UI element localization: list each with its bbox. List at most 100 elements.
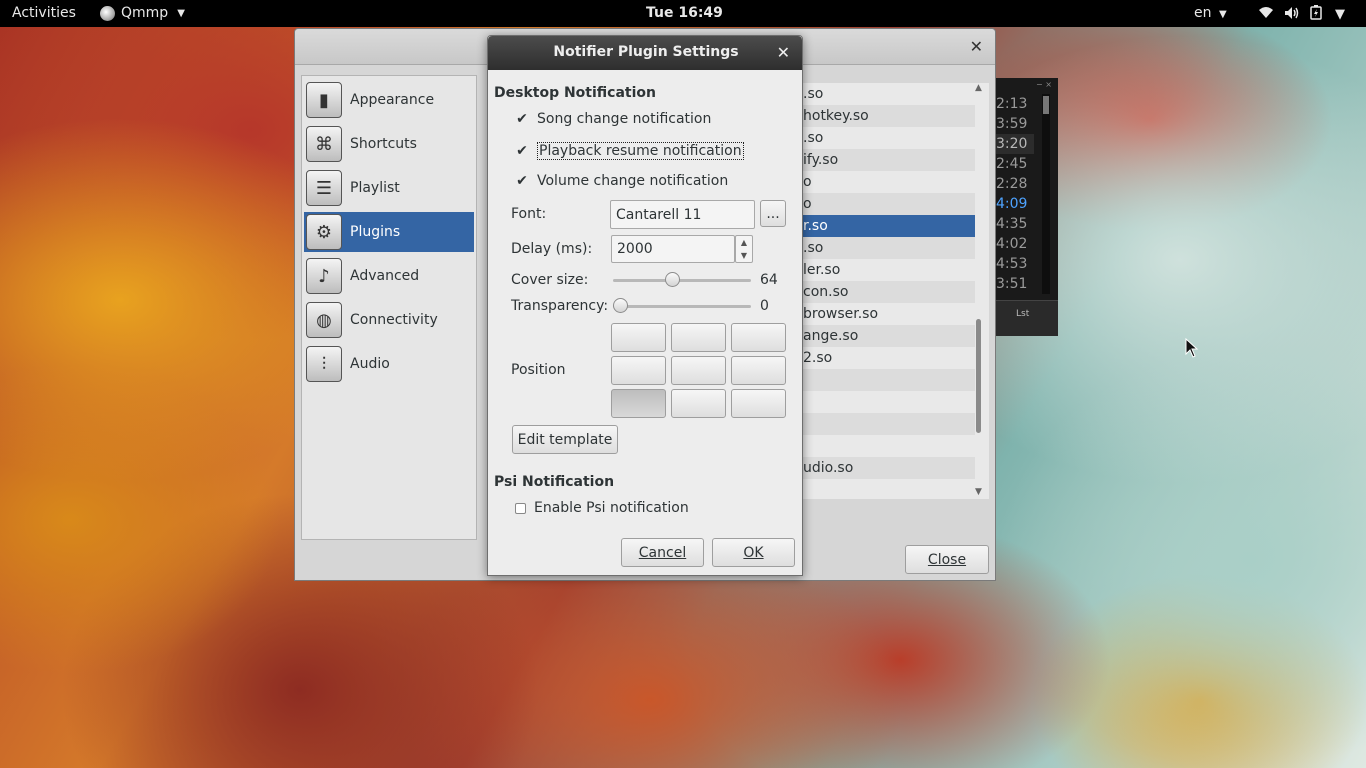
clock[interactable]: Tue 16:49 xyxy=(646,5,723,21)
playlist-track-duration[interactable]: 3:20 xyxy=(996,134,1034,154)
appearance-icon: ▮ xyxy=(306,82,342,118)
ok-button[interactable]: OK xyxy=(712,538,795,567)
plugin-list-row[interactable]: ler.so xyxy=(803,259,975,281)
sidebar-item-appearance[interactable]: ▮ Appearance xyxy=(304,80,474,120)
playlist-track-duration[interactable]: 3:59 xyxy=(996,114,1034,134)
position-top-right-button[interactable] xyxy=(731,323,786,352)
plugin-list-row[interactable]: o xyxy=(803,193,975,215)
chevron-down-icon: ▼ xyxy=(1335,7,1345,22)
playlist-track-duration[interactable]: 3:51 xyxy=(996,274,1034,294)
lst-button[interactable]: Lst xyxy=(1016,309,1029,319)
playlist-track-duration[interactable]: 4:02 xyxy=(996,234,1034,254)
sidebar-item-plugins[interactable]: ⚙ Plugins xyxy=(304,212,474,252)
mini-player-footer: Lst xyxy=(996,300,1058,336)
plugin-list-row[interactable]: .so xyxy=(803,83,975,105)
plugin-list-row[interactable]: .so xyxy=(803,237,975,259)
playlist-track-duration[interactable]: 2:28 xyxy=(996,174,1034,194)
plugin-list-row[interactable]: 2.so xyxy=(803,347,975,369)
plugin-list-row[interactable]: o xyxy=(803,171,975,193)
qmmp-playlist-window: 2:13 3:59 3:20 2:45 2:28 4:09 4:35 4:02 4:53 3:51… xyxy=(996,78,1058,336)
playlist-track-duration[interactable]: 4:35 xyxy=(996,214,1034,234)
language-menu[interactable]: en ▼ xyxy=(1194,5,1227,21)
spin-down-icon[interactable]: ▼ xyxy=(736,250,752,261)
chevron-down-icon: ▼ xyxy=(1218,9,1227,20)
sidebar-item-shortcuts[interactable]: ⌘ Shortcuts xyxy=(304,124,474,164)
position-middle-right-button[interactable] xyxy=(731,356,786,385)
mini-playlist-scrollbar[interactable] xyxy=(1042,94,1050,294)
position-label: Position xyxy=(511,362,566,378)
song-change-checkbox[interactable]: ✔ Song change notification xyxy=(515,111,711,127)
close-mnemonic: Close xyxy=(927,551,967,568)
plugin-list-row[interactable] xyxy=(803,391,975,413)
playlist-track-duration[interactable]: 2:13 xyxy=(996,94,1034,114)
plugin-list-row[interactable]: ange.so xyxy=(803,325,975,347)
app-menu[interactable]: Qmmp ▼ xyxy=(100,5,185,21)
transparency-slider-handle[interactable] xyxy=(613,298,628,313)
plugin-list-scrollbar[interactable]: ▲ ▼ xyxy=(975,83,983,499)
font-picker-label: ... xyxy=(766,205,780,222)
plugin-list-row[interactable]: r.so xyxy=(803,215,975,237)
cover-size-slider-handle[interactable] xyxy=(664,272,680,287)
playlist-track-duration[interactable]: 4:53 xyxy=(996,254,1034,274)
volume-change-checkbox[interactable]: ✔ Volume change notification xyxy=(515,173,728,189)
plugin-list-row[interactable] xyxy=(803,413,975,435)
sidebar-item-audio[interactable]: ⫶ Audio xyxy=(304,344,474,384)
sidebar-item-label: Connectivity xyxy=(350,312,438,328)
close-button[interactable]: Close xyxy=(905,545,989,574)
delay-spinbox[interactable]: 2000 xyxy=(611,235,735,263)
sidebar-item-playlist[interactable]: ☰ Playlist xyxy=(304,168,474,208)
plugins-icon: ⚙ xyxy=(306,214,342,250)
plugin-list-row[interactable] xyxy=(803,435,975,457)
mouse-pointer-icon xyxy=(1185,337,1199,362)
scroll-down-icon[interactable]: ▼ xyxy=(975,487,982,497)
position-top-left-button[interactable] xyxy=(611,323,666,352)
system-status[interactable]: ▼ xyxy=(1258,5,1345,24)
cover-size-value: 64 xyxy=(760,272,778,288)
plugin-list-row[interactable]: browser.so xyxy=(803,303,975,325)
app-menu-label: Qmmp xyxy=(121,5,169,21)
plugin-list-row[interactable] xyxy=(803,369,975,391)
scroll-up-icon[interactable]: ▲ xyxy=(975,83,982,93)
scrollbar-thumb[interactable] xyxy=(1043,96,1049,114)
plugin-list-row[interactable]: udio.so xyxy=(803,457,975,479)
sidebar-item-label: Audio xyxy=(350,356,390,372)
position-bottom-left-button[interactable] xyxy=(611,389,666,418)
close-icon[interactable]: ✕ xyxy=(970,37,983,56)
sidebar-item-connectivity[interactable]: ◍ Connectivity xyxy=(304,300,474,340)
font-picker-button[interactable]: ... xyxy=(760,200,786,227)
audio-icon: ⫶ xyxy=(306,346,342,382)
playlist-track-duration[interactable]: 4:09 xyxy=(996,194,1034,214)
psi-enable-checkbox[interactable]: Enable Psi notification xyxy=(515,500,689,516)
check-icon: ✔ xyxy=(516,173,528,189)
edit-template-button[interactable]: Edit template xyxy=(512,425,618,454)
close-icon[interactable]: ✕ xyxy=(777,43,790,62)
check-icon: ✔ xyxy=(516,111,528,127)
spin-up-icon[interactable]: ▲ xyxy=(736,237,752,248)
plugin-list-row[interactable]: .so xyxy=(803,127,975,149)
sidebar-item-label: Plugins xyxy=(350,224,401,240)
position-center-button[interactable] xyxy=(671,356,726,385)
playlist-icon: ☰ xyxy=(306,170,342,206)
activities-button[interactable]: Activities xyxy=(12,5,76,21)
plugin-list[interactable]: .so hotkey.so .so ify.so o o r.so .so ler.so con.… xyxy=(803,83,989,499)
plugin-list-row[interactable]: con.so xyxy=(803,281,975,303)
edit-template-label: Edit template xyxy=(517,431,613,448)
position-bottom-center-button[interactable] xyxy=(671,389,726,418)
playback-resume-label: Playback resume notification xyxy=(537,142,744,160)
desktop-notification-heading: Desktop Notification xyxy=(494,85,656,101)
window-controls[interactable]: − × xyxy=(1036,80,1052,89)
cancel-button[interactable]: Cancel xyxy=(621,538,704,567)
plugin-list-row[interactable]: hotkey.so xyxy=(803,105,975,127)
position-top-center-button[interactable] xyxy=(671,323,726,352)
font-field[interactable]: Cantarell 11 xyxy=(610,200,755,229)
playback-resume-checkbox[interactable]: ✔ Playback resume notification xyxy=(515,142,744,160)
cover-size-slider[interactable] xyxy=(613,279,751,282)
sidebar-item-advanced[interactable]: ♪ Advanced xyxy=(304,256,474,296)
sidebar-item-label: Appearance xyxy=(350,92,435,108)
plugin-list-row[interactable]: ify.so xyxy=(803,149,975,171)
playlist-track-duration[interactable]: 2:45 xyxy=(996,154,1034,174)
position-bottom-right-button[interactable] xyxy=(731,389,786,418)
scrollbar-thumb[interactable] xyxy=(976,319,981,433)
transparency-slider[interactable] xyxy=(613,305,751,308)
position-middle-left-button[interactable] xyxy=(611,356,666,385)
